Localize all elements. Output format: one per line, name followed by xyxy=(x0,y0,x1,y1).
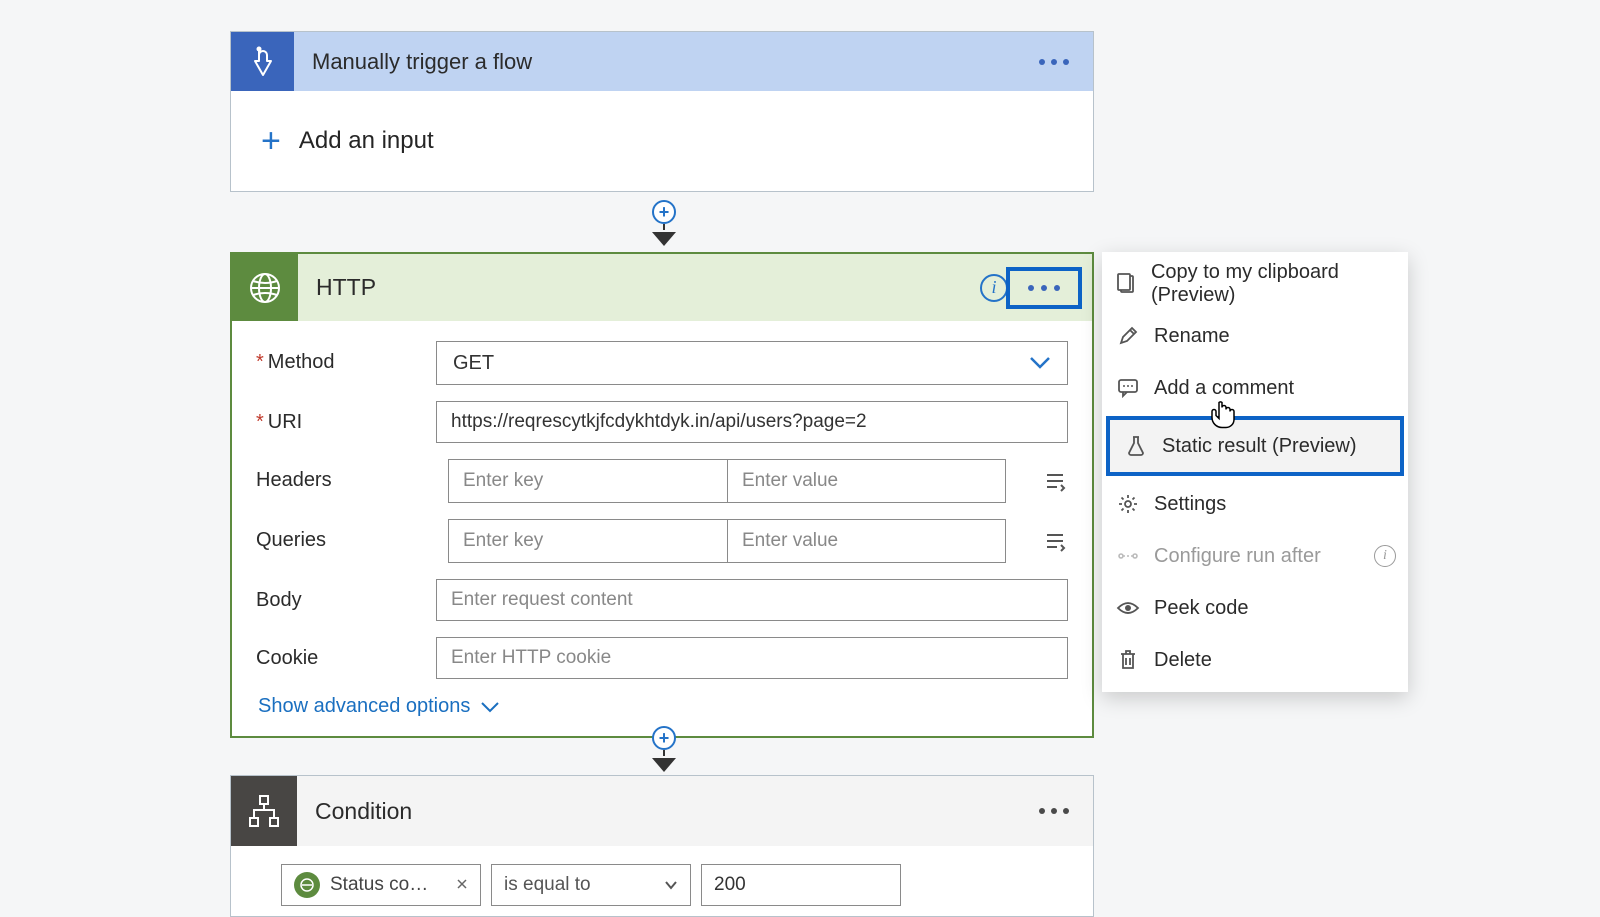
http-body: *Method GET *URI Headers xyxy=(232,321,1092,736)
queries-value-input[interactable] xyxy=(728,519,1006,563)
headers-value-input[interactable] xyxy=(728,459,1006,503)
http-globe-icon xyxy=(232,254,298,321)
trigger-title: Manually trigger a flow xyxy=(312,49,532,75)
menu-static-result[interactable]: Static result (Preview) xyxy=(1110,420,1400,472)
uri-label: *URI xyxy=(256,401,436,434)
menu-static-result-highlight: Static result (Preview) xyxy=(1106,416,1404,476)
add-step-button[interactable]: + xyxy=(652,200,676,224)
close-icon[interactable] xyxy=(456,874,468,896)
menu-rename-label: Rename xyxy=(1154,325,1230,348)
add-step-button[interactable]: + xyxy=(652,726,676,750)
method-label: *Method xyxy=(256,341,436,374)
info-icon[interactable]: i xyxy=(980,274,1008,302)
arrow-down-icon xyxy=(652,758,676,772)
chevron-down-icon xyxy=(664,880,678,890)
condition-title: Condition xyxy=(315,798,412,825)
menu-comment-label: Add a comment xyxy=(1154,377,1294,400)
condition-more-button[interactable] xyxy=(1033,802,1075,820)
menu-delete[interactable]: Delete xyxy=(1102,634,1408,686)
menu-static-label: Static result (Preview) xyxy=(1162,435,1357,458)
add-input-label: Add an input xyxy=(299,127,434,155)
condition-icon xyxy=(231,776,297,846)
context-menu: Copy to my clipboard (Preview) Rename Ad… xyxy=(1102,252,1408,692)
menu-configure-run-after: Configure run after i xyxy=(1102,530,1408,582)
headers-label: Headers xyxy=(256,459,448,492)
cookie-label: Cookie xyxy=(256,637,436,670)
condition-header[interactable]: Condition xyxy=(231,776,1093,846)
manual-trigger-icon xyxy=(231,32,294,91)
headers-key-input[interactable] xyxy=(448,459,728,503)
chevron-down-icon xyxy=(1029,356,1051,370)
queries-key-input[interactable] xyxy=(448,519,728,563)
run-after-icon xyxy=(1116,548,1140,564)
show-advanced-link[interactable]: Show advanced options xyxy=(258,695,1068,718)
body-label: Body xyxy=(256,579,436,612)
flask-icon xyxy=(1124,435,1148,457)
menu-settings-label: Settings xyxy=(1154,493,1226,516)
connector-1: + xyxy=(652,200,676,246)
menu-rename[interactable]: Rename xyxy=(1102,310,1408,362)
condition-value-text: 200 xyxy=(714,874,746,896)
info-icon: i xyxy=(1374,545,1396,567)
uri-input[interactable] xyxy=(436,401,1068,443)
trigger-card: Manually trigger a flow + Add an input xyxy=(230,31,1094,192)
trigger-header[interactable]: Manually trigger a flow xyxy=(231,32,1093,91)
method-select[interactable]: GET xyxy=(436,341,1068,385)
arrow-down-icon xyxy=(652,232,676,246)
menu-copy-label: Copy to my clipboard (Preview) xyxy=(1151,261,1394,307)
menu-settings[interactable]: Settings xyxy=(1102,478,1408,530)
headers-text-mode-button[interactable] xyxy=(1042,468,1068,494)
trash-icon xyxy=(1116,649,1140,671)
body-input[interactable] xyxy=(436,579,1068,621)
condition-body: Status co… is equal to 200 xyxy=(231,846,1093,916)
add-input-button[interactable]: + Add an input xyxy=(231,91,1093,191)
show-advanced-label: Show advanced options xyxy=(258,695,470,718)
pencil-icon xyxy=(1116,326,1140,346)
status-badge-icon xyxy=(294,872,320,898)
http-title: HTTP xyxy=(316,274,376,301)
plus-icon: + xyxy=(261,124,281,158)
http-header[interactable]: HTTP i xyxy=(232,254,1092,321)
condition-operator-label: is equal to xyxy=(504,874,664,896)
queries-label: Queries xyxy=(256,519,448,552)
connector-2: + xyxy=(652,726,676,772)
method-value: GET xyxy=(453,352,494,375)
menu-runafter-label: Configure run after xyxy=(1154,545,1321,568)
condition-left-label: Status co… xyxy=(330,874,450,896)
condition-card: Condition Status co… is equal to 200 xyxy=(230,775,1094,917)
menu-peek-code[interactable]: Peek code xyxy=(1102,582,1408,634)
clipboard-icon xyxy=(1116,273,1137,295)
gear-icon xyxy=(1116,493,1140,515)
trigger-more-button[interactable] xyxy=(1033,53,1075,71)
menu-copy-clipboard[interactable]: Copy to my clipboard (Preview) xyxy=(1102,258,1408,310)
queries-text-mode-button[interactable] xyxy=(1042,528,1068,554)
http-more-button[interactable] xyxy=(1006,267,1082,309)
cookie-input[interactable] xyxy=(436,637,1068,679)
menu-peek-label: Peek code xyxy=(1154,597,1249,620)
comment-icon xyxy=(1116,378,1140,398)
eye-icon xyxy=(1116,600,1140,616)
http-card: HTTP i *Method GET *URI xyxy=(230,252,1094,738)
chevron-down-icon xyxy=(480,701,500,713)
menu-delete-label: Delete xyxy=(1154,649,1212,672)
menu-add-comment[interactable]: Add a comment xyxy=(1102,362,1408,414)
